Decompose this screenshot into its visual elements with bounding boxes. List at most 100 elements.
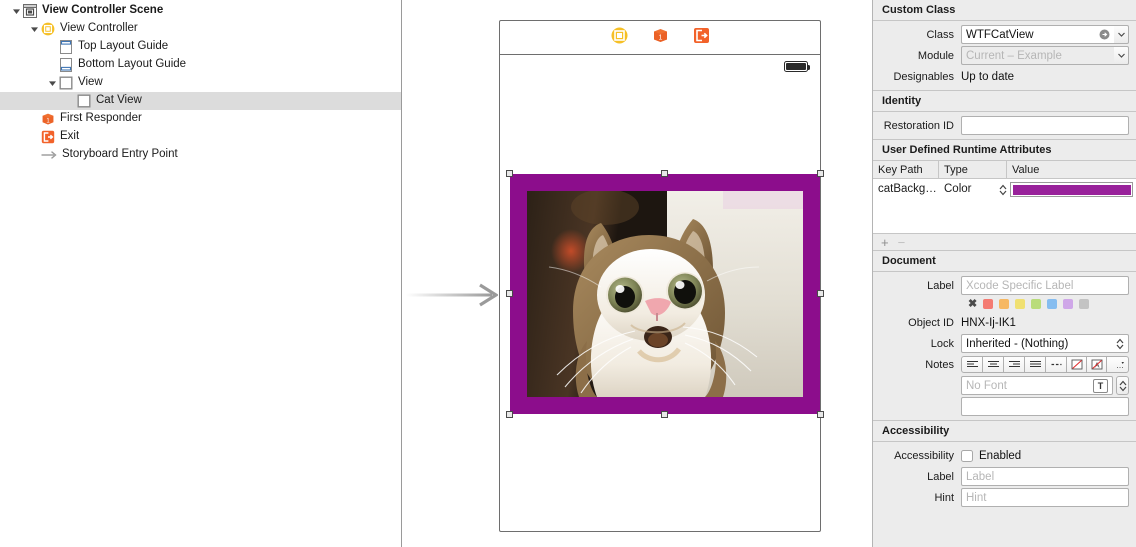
disclosure-triangle-icon[interactable] (28, 25, 41, 34)
resize-handle-mr[interactable] (817, 290, 824, 297)
resize-handle-ml[interactable] (506, 290, 513, 297)
font-panel-icon[interactable]: T (1093, 378, 1108, 393)
notes-font-stepper[interactable] (1116, 376, 1129, 395)
object-id-value: HNX-Ij-IK1 (961, 316, 1016, 329)
runtime-attributes-body[interactable]: catBackg… Color (873, 179, 1136, 233)
resize-handle-tl[interactable] (506, 170, 513, 177)
lock-label: Lock (930, 337, 954, 350)
cat-view[interactable] (506, 170, 824, 418)
runtime-attributes-footer: + − (873, 233, 1136, 251)
restoration-id-input[interactable] (961, 116, 1129, 135)
highlight-color-icon[interactable]: A (1087, 356, 1107, 373)
accessibility-header: Accessibility (873, 420, 1136, 442)
outline-item-exit[interactable]: Exit (0, 128, 401, 146)
cat-image (527, 191, 803, 397)
align-left-icon[interactable] (961, 356, 983, 373)
lock-stepper-icon[interactable] (1116, 338, 1124, 350)
resize-handle-bc[interactable] (661, 411, 668, 418)
notes-font-placeholder: No Font (966, 379, 1007, 392)
resize-handle-tc[interactable] (661, 170, 668, 177)
notes-font-input[interactable]: No Font T (961, 376, 1113, 395)
label-color-chip[interactable] (1063, 299, 1074, 309)
class-dropdown-button[interactable] (1114, 25, 1129, 44)
xcode-interface-builder: View Controller Scene View Controller Top … (0, 0, 1136, 547)
resize-handle-tr[interactable] (817, 170, 824, 177)
module-dropdown-button[interactable] (1114, 46, 1129, 65)
more-icon[interactable]: … (1107, 356, 1129, 373)
label-color-chip[interactable] (1015, 299, 1026, 309)
bottom-layout-guide-icon (59, 58, 73, 72)
lock-select[interactable]: Inherited - (Nothing) (961, 334, 1129, 353)
storyboard-entry-arrow (406, 283, 498, 307)
add-attribute-button[interactable]: + (881, 236, 889, 249)
outline-item-label: Bottom Layout Guide (78, 58, 187, 71)
view-controller-device-frame[interactable]: 1 (499, 20, 824, 532)
disclosure-triangle-icon[interactable] (10, 7, 23, 16)
module-placeholder: Current – Example (966, 49, 1062, 62)
first-responder-icon: 1 (41, 112, 55, 126)
remove-attribute-button[interactable]: − (898, 236, 906, 249)
outline-item-view-controller-scene[interactable]: View Controller Scene (0, 2, 401, 20)
document-label-placeholder: Xcode Specific Label (966, 279, 1074, 292)
resize-handle-br[interactable] (817, 411, 824, 418)
scene-icon (23, 4, 37, 18)
exit-icon[interactable] (693, 27, 710, 49)
outline-item-cat-view[interactable]: Cat View (0, 92, 401, 110)
class-input[interactable]: WTFCatView (961, 25, 1114, 44)
accessibility-enabled-label: Accessibility (894, 449, 954, 462)
table-row[interactable]: catBackg… Color (873, 179, 1136, 200)
accessibility-label-input[interactable]: Label (961, 467, 1129, 486)
class-row: Class WTFCatView (873, 24, 1136, 45)
outline-item-label: View (78, 76, 103, 89)
accessibility-hint-input[interactable]: Hint (961, 488, 1129, 507)
notes-toolbar[interactable]: A … (961, 356, 1129, 373)
align-center-icon[interactable] (983, 356, 1004, 373)
label-color-chip[interactable] (1031, 299, 1042, 309)
outline-tree: View Controller Scene View Controller Top … (0, 2, 401, 164)
svg-text:1: 1 (658, 34, 662, 41)
outline-item-bottom-layout-guide[interactable]: Bottom Layout Guide (0, 56, 401, 74)
battery-icon (784, 61, 811, 72)
entry-point-arrow-icon (41, 149, 57, 161)
row-value[interactable] (1007, 181, 1136, 199)
color-swatch[interactable] (1010, 182, 1133, 197)
storyboard-canvas[interactable]: 1 (402, 0, 872, 547)
row-type[interactable]: Color (939, 179, 1007, 200)
resize-handle-bl[interactable] (506, 411, 513, 418)
outline-item-top-layout-guide[interactable]: Top Layout Guide (0, 38, 401, 56)
type-stepper-icon[interactable] (999, 184, 1007, 196)
accessibility-label-label: Label (927, 470, 954, 483)
label-color-chip[interactable] (1047, 299, 1058, 309)
outline-item-label: Top Layout Guide (78, 40, 169, 53)
first-responder-icon[interactable]: 1 (652, 27, 669, 49)
accessibility-hint-label: Hint (934, 491, 954, 504)
accessibility-enabled-checkbox[interactable] (961, 449, 973, 462)
lock-row: Lock Inherited - (Nothing) (873, 333, 1136, 354)
label-color-chip[interactable] (999, 299, 1010, 309)
dash-icon[interactable] (1046, 356, 1067, 373)
text-color-icon[interactable] (1067, 356, 1087, 373)
label-color-chips[interactable]: ✖ (873, 296, 1136, 312)
custom-class-header: Custom Class (873, 0, 1136, 21)
outline-item-storyboard-entry-point[interactable]: Storyboard Entry Point (0, 146, 401, 164)
outline-item-view[interactable]: View (0, 74, 401, 92)
align-right-icon[interactable] (1004, 356, 1025, 373)
module-input[interactable]: Current – Example (961, 46, 1114, 65)
label-color-chip[interactable] (983, 299, 994, 309)
outline-item-view-controller[interactable]: View Controller (0, 20, 401, 38)
disclosure-triangle-icon[interactable] (46, 79, 59, 88)
runtime-attributes-columns: Key Path Type Value (873, 160, 1136, 179)
outline-item-first-responder[interactable]: 1 First Responder (0, 110, 401, 128)
notes-font-row: No Font T (873, 375, 1136, 396)
exit-icon (41, 130, 55, 144)
notes-body-input[interactable] (961, 397, 1129, 416)
accessibility-enabled-text: Enabled (979, 449, 1022, 462)
row-key-path[interactable]: catBackg… (873, 179, 939, 200)
designables-label: Designables (893, 70, 954, 83)
label-color-chip[interactable] (1079, 299, 1090, 309)
align-justify-icon[interactable] (1025, 356, 1046, 373)
view-controller-icon[interactable] (611, 27, 628, 49)
clear-label-color-icon[interactable]: ✖ (968, 298, 977, 310)
jump-to-definition-icon[interactable] (1099, 29, 1110, 40)
document-label-input[interactable]: Xcode Specific Label (961, 276, 1129, 295)
